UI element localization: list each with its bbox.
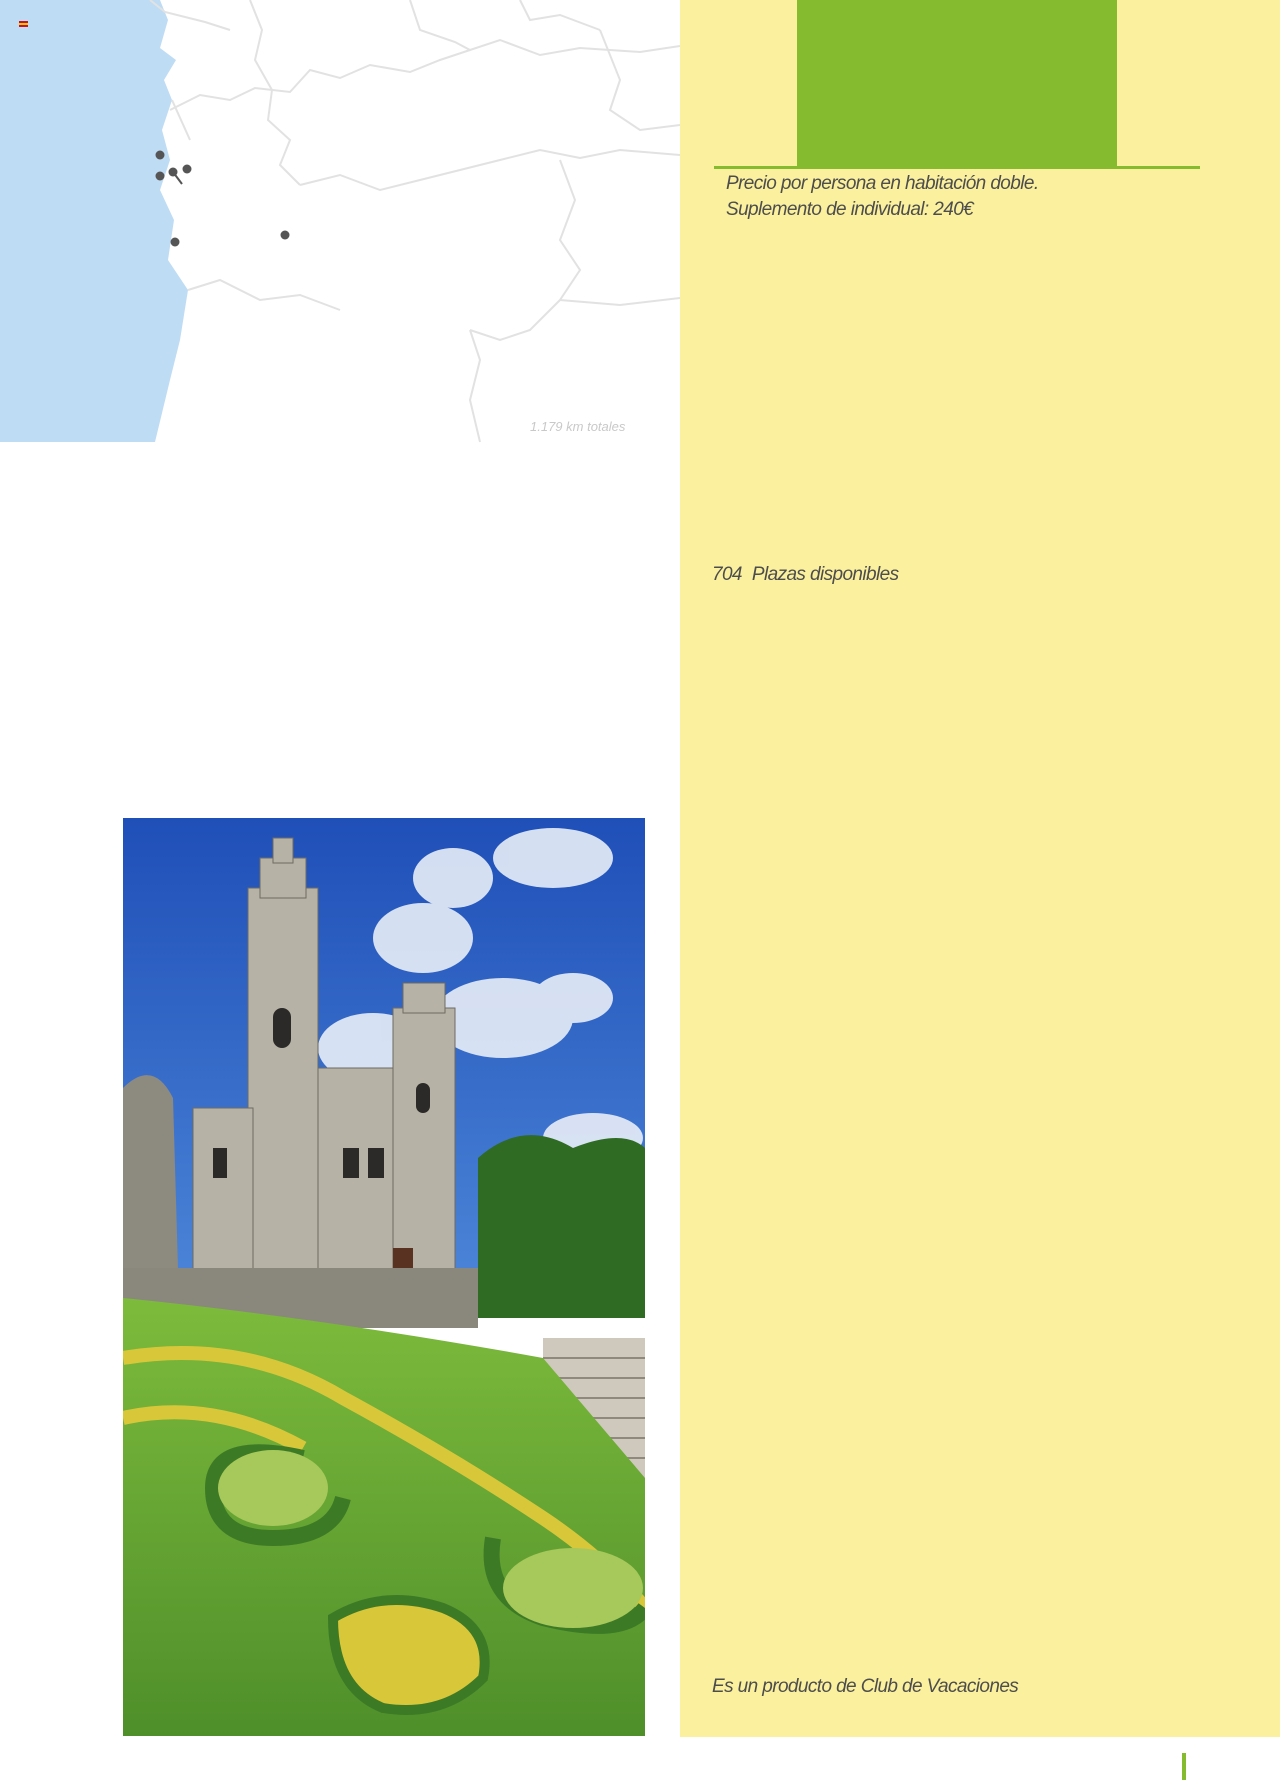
supplement-note: Suplemento de individual: 240€ <box>726 199 974 220</box>
map-graphic <box>0 0 680 443</box>
sea-area <box>0 0 188 442</box>
route-map: 1.179 km totales <box>0 0 680 444</box>
info-sidebar <box>680 0 1280 1737</box>
flag-icon <box>19 21 28 27</box>
total-distance-label: 1.179 km totales <box>530 419 626 434</box>
banner-rule <box>714 166 1200 169</box>
price-banner <box>797 0 1117 167</box>
church-photo <box>123 818 645 1736</box>
seats-count: 704 <box>712 564 743 585</box>
page-marker <box>1182 1753 1186 1780</box>
route-segment <box>172 171 183 185</box>
region-borders <box>149 0 680 443</box>
available-seats: 704 Plazas disponibles <box>712 564 899 586</box>
route-marker <box>170 237 180 247</box>
price-note: Precio por persona en habitación doble. <box>726 173 1039 194</box>
route-marker <box>182 164 192 174</box>
route-marker <box>280 230 290 240</box>
product-credit: Es un producto de Club de Vacaciones <box>712 1676 1019 1697</box>
route-marker <box>155 150 165 160</box>
seats-label: Plazas disponibles <box>751 564 899 585</box>
church-illustration <box>123 818 645 1736</box>
route-markers <box>155 150 290 247</box>
route-marker <box>155 171 165 181</box>
